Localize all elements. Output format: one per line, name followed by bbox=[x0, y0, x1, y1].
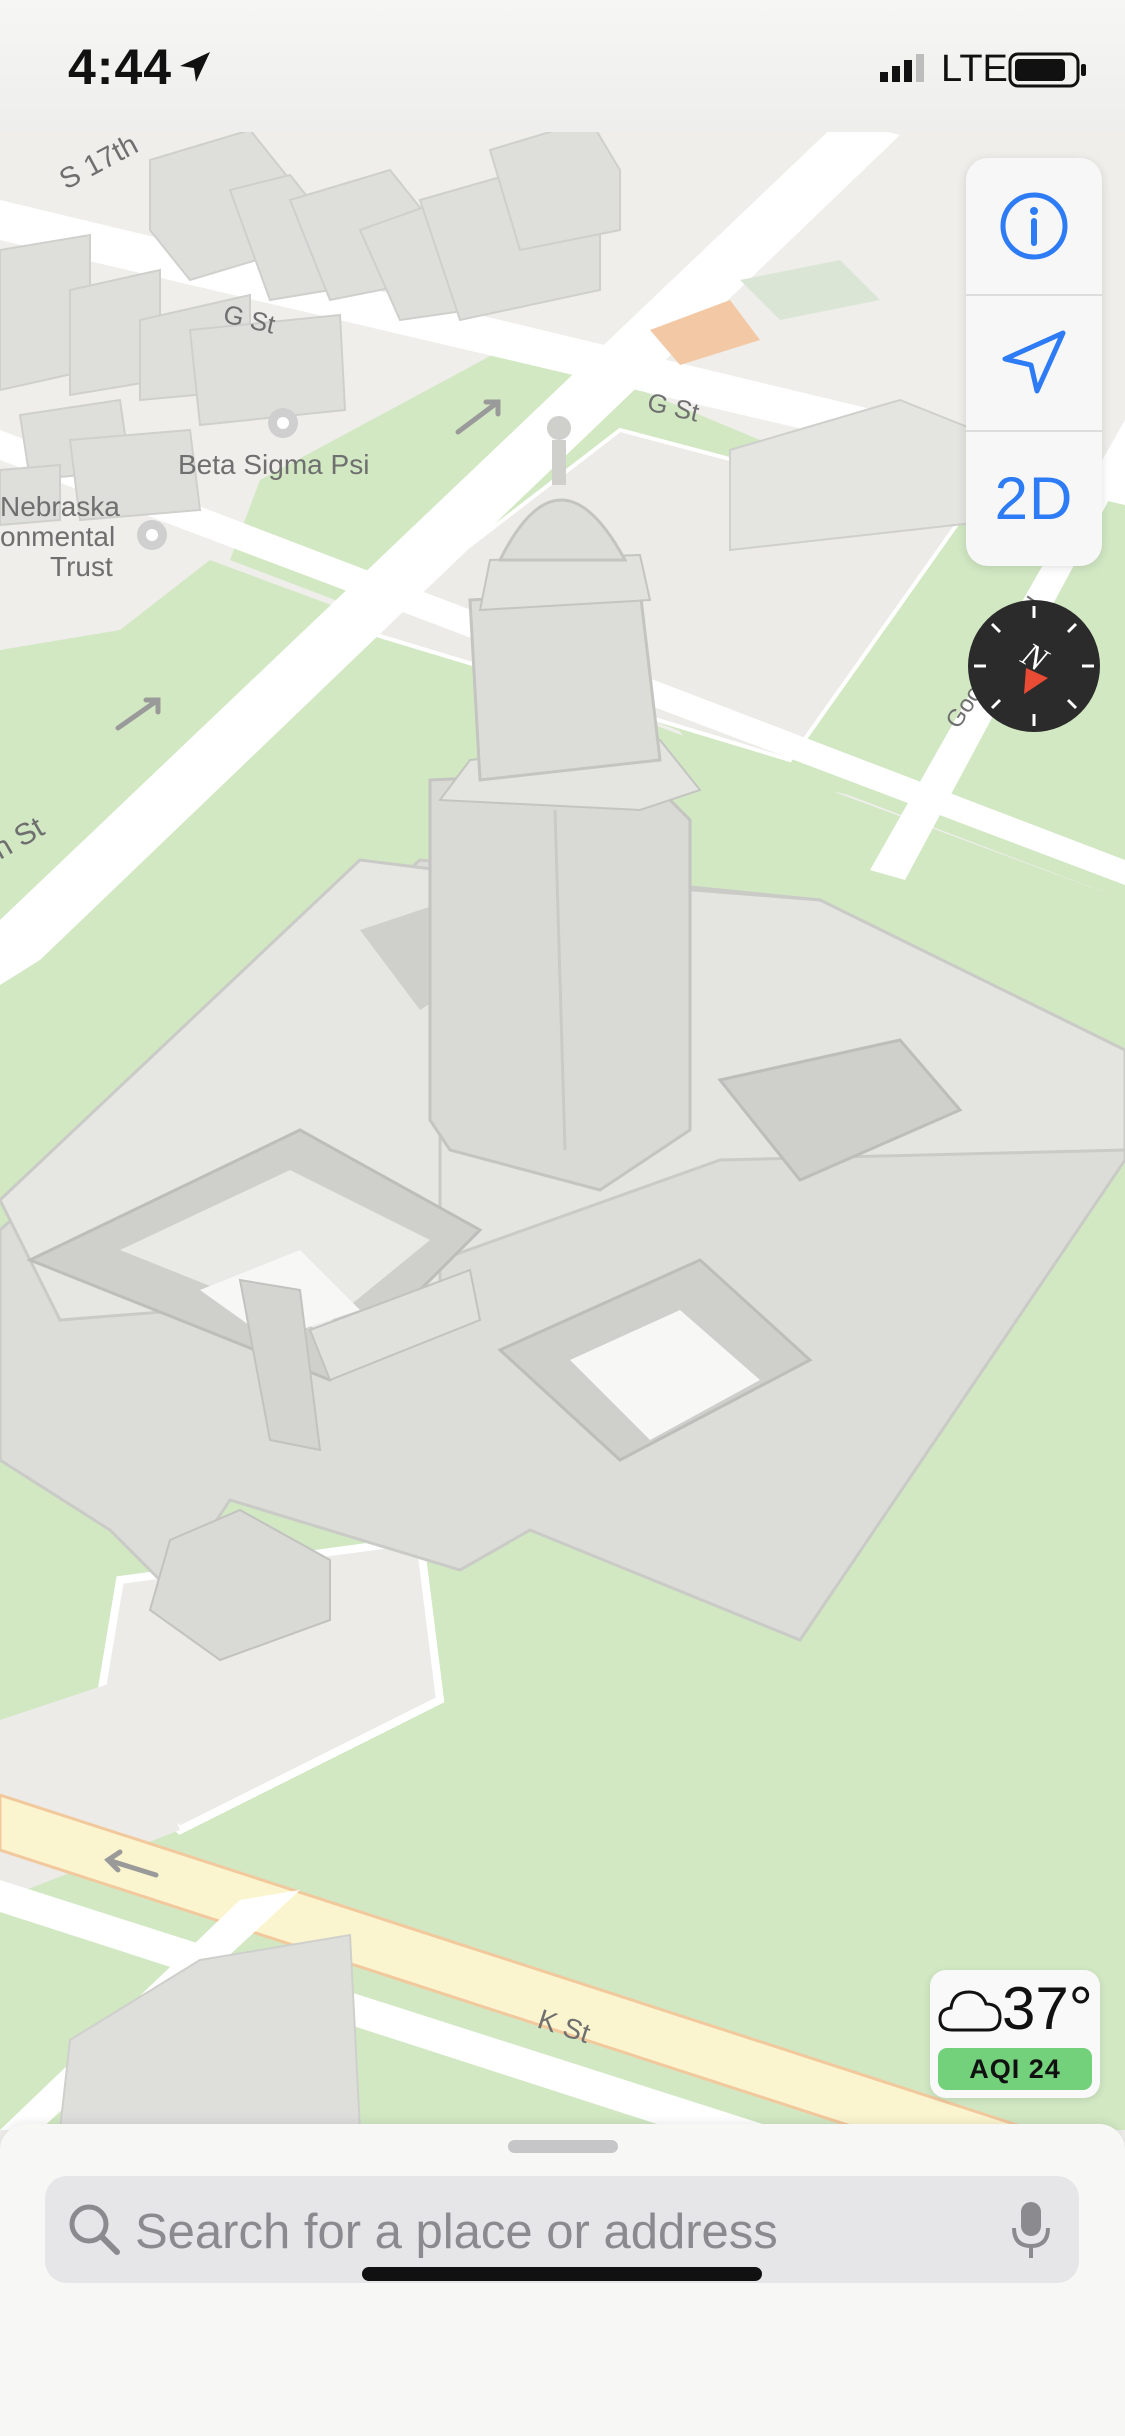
status-time: 4:44 bbox=[68, 39, 173, 95]
network-type: LTE bbox=[941, 48, 1008, 90]
weather-widget[interactable]: 37° AQI 24 bbox=[930, 1970, 1100, 2098]
status-bar: 4:44 LTE bbox=[0, 0, 1125, 132]
microphone-icon[interactable] bbox=[1009, 2198, 1053, 2262]
cloud-icon bbox=[938, 1990, 1002, 2032]
label-nebraska[interactable]: Nebraska bbox=[0, 491, 120, 522]
label-trust[interactable]: Trust bbox=[50, 551, 113, 582]
current-location-button[interactable] bbox=[966, 294, 1102, 430]
map-controls: 2D bbox=[966, 158, 1102, 566]
label-onmental[interactable]: onmental bbox=[0, 521, 115, 552]
info-button[interactable] bbox=[966, 158, 1102, 294]
label-beta-sigma-psi[interactable]: Beta Sigma Psi bbox=[178, 449, 369, 480]
info-circle-icon bbox=[1000, 192, 1068, 260]
battery-icon bbox=[1008, 52, 1086, 88]
poi-pin-beta-sigma-psi[interactable] bbox=[268, 408, 298, 438]
location-services-icon bbox=[180, 52, 210, 82]
view-2d-label: 2D bbox=[994, 464, 1074, 532]
sheet-grabber[interactable] bbox=[508, 2140, 618, 2153]
cellular-signal-icon bbox=[880, 54, 924, 82]
poi-pin-nebraska-trust[interactable] bbox=[137, 520, 167, 550]
magnifier-icon bbox=[69, 2204, 120, 2255]
aqi-badge: AQI 24 bbox=[938, 2048, 1092, 2090]
search-input[interactable]: Search for a place or address bbox=[135, 2204, 778, 2260]
view-2d-toggle[interactable]: 2D bbox=[966, 430, 1102, 566]
compass-button[interactable]: N bbox=[966, 598, 1102, 734]
temperature: 37° bbox=[1002, 1975, 1093, 2042]
location-arrow-icon bbox=[1002, 330, 1066, 394]
home-indicator[interactable] bbox=[362, 2267, 762, 2281]
